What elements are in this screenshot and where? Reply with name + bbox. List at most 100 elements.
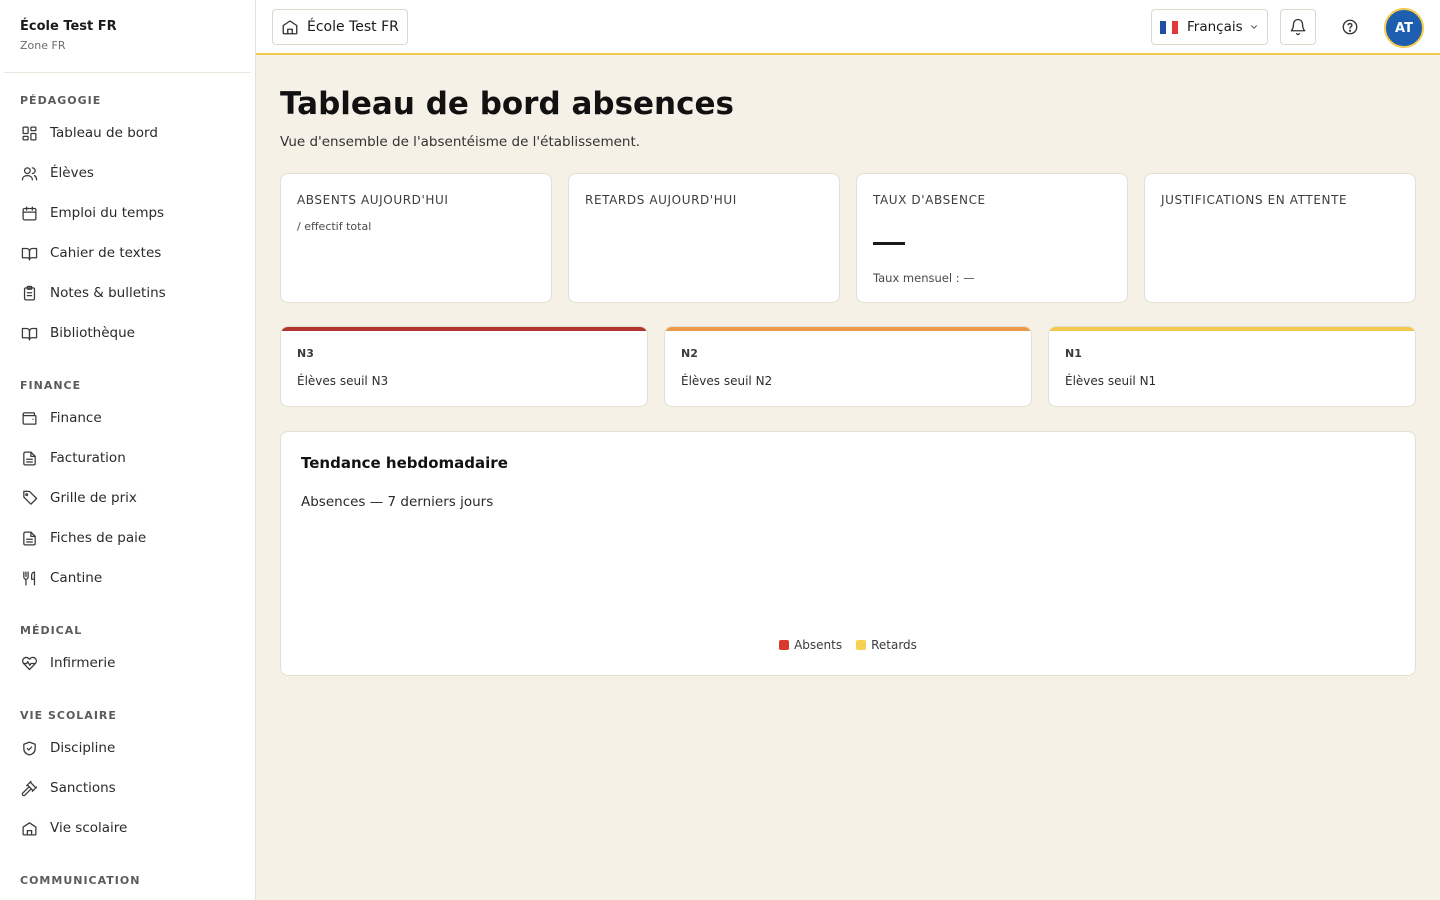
threshold-description: Élèves seuil N3: [297, 374, 389, 388]
threshold-card-n2[interactable]: N2 Élèves seuil N2: [664, 326, 1032, 407]
library-icon: [20, 324, 38, 342]
legend-swatch: [856, 640, 867, 650]
language-label: Français: [1187, 19, 1243, 35]
threshold-card-n3[interactable]: N3 Élèves seuil N3: [280, 326, 648, 407]
sidebar-section-finance: FINANCE: [20, 379, 82, 392]
legend-label: Absents: [794, 638, 843, 652]
sidebar-item-cantine[interactable]: Cantine: [0, 558, 255, 598]
sidebar-section-communication: COMMUNICATION: [20, 874, 141, 887]
kpi-note: Taux mensuel : —: [873, 271, 975, 285]
sidebar-item-label: Emploi du temps: [50, 205, 165, 221]
gavel-icon: [20, 779, 38, 797]
kpi-card-justifications: JUSTIFICATIONS EN ATTENTE: [1144, 173, 1416, 303]
shield-check-icon: [20, 739, 38, 757]
chart-title: Tendance hebdomadaire: [301, 454, 508, 472]
sidebar-item-label: Infirmerie: [50, 655, 116, 671]
notifications-button[interactable]: [1280, 9, 1316, 45]
sidebar-item-bibliotheque[interactable]: Bibliothèque: [0, 313, 255, 353]
kpi-card-taux: TAUX D'ABSENCE Taux mensuel : —: [856, 173, 1128, 303]
legend-label: Retards: [871, 638, 917, 652]
kpi-label: RETARDS AUJOURD'HUI: [585, 193, 737, 207]
sidebar-item-label: Vie scolaire: [50, 820, 128, 836]
utensils-icon: [20, 569, 38, 587]
page-subtitle: Vue d'ensemble de l'absentéisme de l'éta…: [280, 134, 641, 150]
chevron-down-icon: [1251, 25, 1257, 29]
sidebar-item-label: Élèves: [50, 165, 94, 181]
sidebar-item-emploi-du-temps[interactable]: Emploi du temps: [0, 193, 255, 233]
invoice-icon: [20, 449, 38, 467]
sidebar-item-label: Discipline: [50, 740, 116, 756]
sidebar-section-vie-scolaire: VIE SCOLAIRE: [20, 709, 117, 722]
book-open-icon: [20, 244, 38, 262]
threshold-card-n1[interactable]: N1 Élèves seuil N1: [1048, 326, 1416, 407]
bell-icon: [1290, 18, 1306, 36]
sidebar-item-discipline[interactable]: Discipline: [0, 728, 255, 768]
threshold-code: N1: [1065, 347, 1082, 360]
sidebar: École Test FR Zone FR PÉDAGOGIE Tableau d…: [0, 0, 256, 900]
kpi-card-absents: ABSENTS AUJOURD'HUI / effectif total: [280, 173, 552, 303]
school-name: École Test FR: [20, 19, 117, 34]
kpi-card-retards: RETARDS AUJOURD'HUI: [568, 173, 840, 303]
sidebar-item-vie-scolaire[interactable]: Vie scolaire: [0, 808, 255, 848]
sidebar-item-facturation[interactable]: Facturation: [0, 438, 255, 478]
wallet-icon: [20, 409, 38, 427]
heart-pulse-icon: [20, 654, 38, 672]
sidebar-item-finance[interactable]: Finance: [0, 398, 255, 438]
legend-swatch: [779, 640, 790, 650]
dashboard-icon: [20, 124, 38, 142]
sidebar-item-grille-de-prix[interactable]: Grille de prix: [0, 478, 255, 518]
threshold-color-bar: [281, 327, 647, 331]
language-select[interactable]: Français: [1151, 9, 1268, 45]
chart-subtitle: Absences — 7 derniers jours: [301, 494, 494, 510]
threshold-description: Élèves seuil N1: [1065, 374, 1157, 388]
kpi-empty-value: [873, 242, 905, 245]
help-button[interactable]: [1332, 9, 1368, 45]
threshold-color-bar: [665, 327, 1031, 331]
kpi-label: JUSTIFICATIONS EN ATTENTE: [1161, 193, 1348, 207]
top-bar: École Test FR Français AT: [256, 0, 1440, 55]
legend-item-absents[interactable]: Absents: [779, 638, 842, 652]
sidebar-item-infirmerie[interactable]: Infirmerie: [0, 643, 255, 683]
sidebar-brand: École Test FR Zone FR: [4, 0, 251, 73]
sidebar-item-label: Sanctions: [50, 780, 116, 796]
threshold-code: N2: [681, 347, 698, 360]
sidebar-item-fiches-de-paie[interactable]: Fiches de paie: [0, 518, 255, 558]
sidebar-item-label: Fiches de paie: [50, 530, 147, 546]
sidebar-item-label: Cantine: [50, 570, 103, 586]
payslip-icon: [20, 529, 38, 547]
kpi-sub: / effectif total: [297, 220, 372, 233]
school-switcher-button[interactable]: École Test FR: [272, 9, 408, 45]
legend-item-retards[interactable]: Retards: [856, 638, 917, 652]
sidebar-item-label: Cahier de textes: [50, 245, 162, 261]
calendar-icon: [20, 204, 38, 222]
sidebar-section-medical: MÉDICAL: [20, 624, 83, 637]
kpi-label: TAUX D'ABSENCE: [873, 193, 986, 207]
page-title: Tableau de bord absences: [280, 86, 734, 122]
france-flag-icon: [1160, 20, 1178, 34]
sidebar-item-sanctions[interactable]: Sanctions: [0, 768, 255, 808]
sidebar-item-label: Finance: [50, 410, 102, 426]
sidebar-item-notes-bulletins[interactable]: Notes & bulletins: [0, 273, 255, 313]
weekly-trend-card: Tendance hebdomadaire Absences — 7 derni…: [280, 431, 1416, 676]
help-circle-icon: [1342, 19, 1358, 35]
sidebar-section-pedagogie: PÉDAGOGIE: [20, 94, 102, 107]
tag-icon: [20, 489, 38, 507]
sidebar-item-label: Bibliothèque: [50, 325, 135, 341]
sidebar-item-eleves[interactable]: Élèves: [0, 153, 255, 193]
school-icon: [20, 819, 38, 837]
sidebar-item-label: Tableau de bord: [50, 125, 158, 141]
threshold-code: N3: [297, 347, 314, 360]
school-zone: Zone FR: [20, 39, 66, 52]
sidebar-item-label: Notes & bulletins: [50, 285, 166, 301]
school-switcher-label: École Test FR: [307, 19, 399, 35]
sidebar-item-cahier-de-textes[interactable]: Cahier de textes: [0, 233, 255, 273]
sidebar-item-label: Facturation: [50, 450, 126, 466]
threshold-color-bar: [1049, 327, 1415, 331]
sidebar-item-tableau-de-bord[interactable]: Tableau de bord: [0, 113, 255, 153]
user-avatar[interactable]: AT: [1384, 8, 1424, 48]
threshold-description: Élèves seuil N2: [681, 374, 773, 388]
sidebar-item-label: Grille de prix: [50, 490, 137, 506]
chart-legend: Absents Retards: [281, 638, 1415, 652]
clipboard-icon: [20, 284, 38, 302]
school-icon: [282, 20, 298, 35]
